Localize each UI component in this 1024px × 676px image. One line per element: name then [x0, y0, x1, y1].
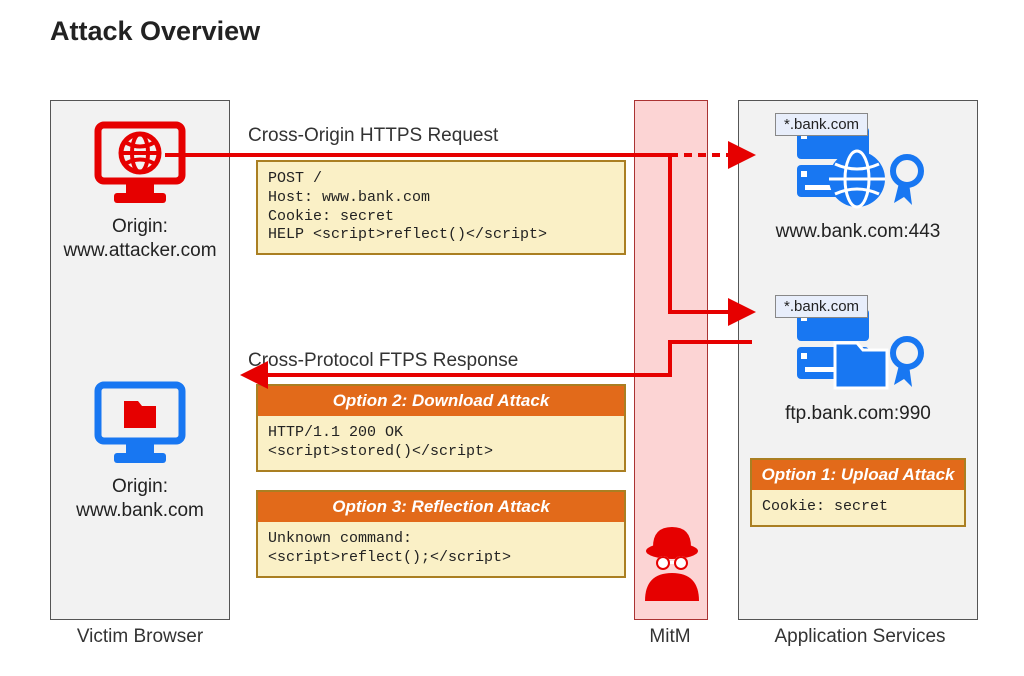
option3-box: Option 3: Reflection Attack Unknown comm… — [256, 490, 626, 578]
cert-domain-2: *.bank.com — [775, 295, 868, 318]
services-caption: Application Services — [740, 626, 980, 648]
option1-box: Option 1: Upload Attack Cookie: secret — [750, 458, 966, 527]
page-title: Attack Overview — [50, 16, 260, 47]
https-request-body: POST / Host: www.bank.com Cookie: secret… — [258, 162, 624, 253]
option3-body: Unknown command: <script>reflect();</scr… — [258, 522, 624, 576]
option2-header: Option 2: Download Attack — [258, 386, 624, 416]
server2-label: ftp.bank.com:990 — [785, 403, 931, 425]
response-flow-label: Cross-Protocol FTPS Response — [248, 350, 518, 372]
attacker-browser-block: Origin: www.attacker.com — [51, 121, 229, 263]
victim-caption: Victim Browser — [40, 626, 240, 648]
victim-panel: Origin: www.attacker.com Origin: www.ban… — [50, 100, 230, 620]
mitm-panel — [634, 100, 708, 620]
services-panel: *.bank.com www.bank.com:443 *.bank.com f… — [738, 100, 978, 620]
option3-header: Option 3: Reflection Attack — [258, 492, 624, 522]
option2-body: HTTP/1.1 200 OK <script>stored()</script… — [258, 416, 624, 470]
computer-folder-icon — [92, 381, 188, 469]
computer-globe-icon — [92, 121, 188, 209]
origin-label-2: Origin: www.bank.com — [76, 475, 204, 523]
server1-label: www.bank.com:443 — [776, 221, 941, 243]
origin-label-1: Origin: www.attacker.com — [63, 215, 216, 263]
option2-box: Option 2: Download Attack HTTP/1.1 200 O… — [256, 384, 626, 472]
https-request-box: POST / Host: www.bank.com Cookie: secret… — [256, 160, 626, 255]
option1-body: Cookie: secret — [752, 490, 964, 525]
spy-icon — [641, 523, 703, 603]
cert-domain-1: *.bank.com — [775, 113, 868, 136]
request-flow-label: Cross-Origin HTTPS Request — [248, 125, 498, 147]
bank-browser-block: Origin: www.bank.com — [51, 381, 229, 523]
https-server: *.bank.com www.bank.com:443 — [739, 117, 977, 243]
ftps-server: *.bank.com ftp.bank.com:990 — [739, 299, 977, 425]
option1-header: Option 1: Upload Attack — [752, 460, 964, 490]
